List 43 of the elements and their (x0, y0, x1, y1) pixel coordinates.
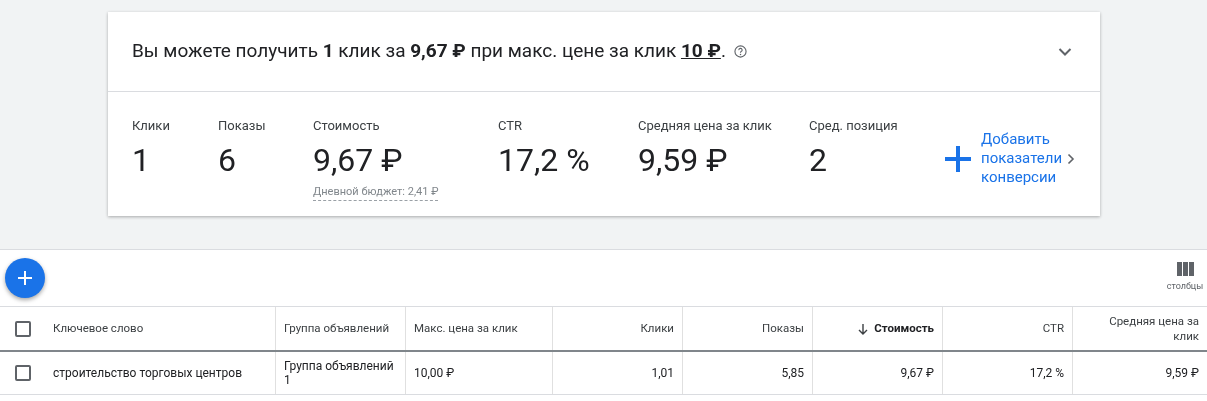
table-cell: 9,59 ₽ (1165, 366, 1199, 380)
checkbox[interactable] (14, 320, 31, 337)
table-cell: 5,85 (781, 366, 804, 380)
column-header[interactable]: Клики (640, 321, 674, 336)
table-cell: 17,2 % (1029, 366, 1064, 380)
checkbox[interactable] (14, 365, 31, 381)
bid-link[interactable]: 10 ₽ (680, 39, 721, 63)
metric-value: 2 (809, 141, 828, 178)
metric-label: Клики (132, 117, 171, 135)
metric-label: Показы (218, 117, 267, 135)
metric-value: 1 (132, 141, 151, 178)
metric-value: 9,67 ₽ (313, 141, 404, 178)
help-icon[interactable] (733, 45, 747, 58)
add-button[interactable] (5, 258, 45, 298)
metric-label: Средняя цена за клик (638, 117, 773, 135)
bid-estimate-sentence: Вы можете получить 1 клик за 9,67 ₽ при макс. цене за клик 10 ₽. (132, 38, 726, 65)
column-header[interactable]: Макс. цена за клик (414, 321, 518, 336)
metric-label: Стоимость (313, 117, 381, 135)
metric-label: Сред. позиция (809, 117, 899, 135)
table-cell-text: Группа объявлений 1 (284, 359, 395, 387)
table-cell: 9,67 ₽ (900, 366, 934, 380)
plus-icon[interactable] (943, 143, 973, 174)
column-header[interactable]: Группа объявлений (284, 321, 390, 336)
plus-icon (17, 270, 33, 286)
column-header[interactable]: Стоимость (874, 321, 934, 336)
column-header[interactable]: CTR (1042, 321, 1064, 336)
column-header[interactable]: Ключевое слово (53, 321, 144, 336)
columns-icon (1176, 262, 1194, 276)
metric-value: 6 (218, 141, 237, 178)
columns-button[interactable]: столбцы (1163, 262, 1207, 294)
chevron-right-icon[interactable] (1067, 152, 1075, 165)
add-metrics-link[interactable]: Добавить показатели конверсии (981, 130, 1063, 188)
table-cell: 10,00 ₽ (414, 366, 455, 380)
chevron-down-icon[interactable] (1058, 46, 1072, 57)
table-cell: строительство торговых центров (53, 366, 242, 380)
arrow-down-icon (857, 322, 870, 335)
daily-budget-note[interactable]: Дневной бюджет: 2,41 ₽ (313, 183, 439, 201)
column-header[interactable]: Показы (762, 321, 804, 336)
table-cell: 1,01 (651, 366, 674, 380)
metric-label: CTR (498, 117, 524, 135)
metric-value: 9,59 ₽ (638, 141, 729, 178)
column-header[interactable]: Средняя цена за клик (1081, 313, 1199, 344)
metric-value: 17,2 % (498, 141, 591, 178)
